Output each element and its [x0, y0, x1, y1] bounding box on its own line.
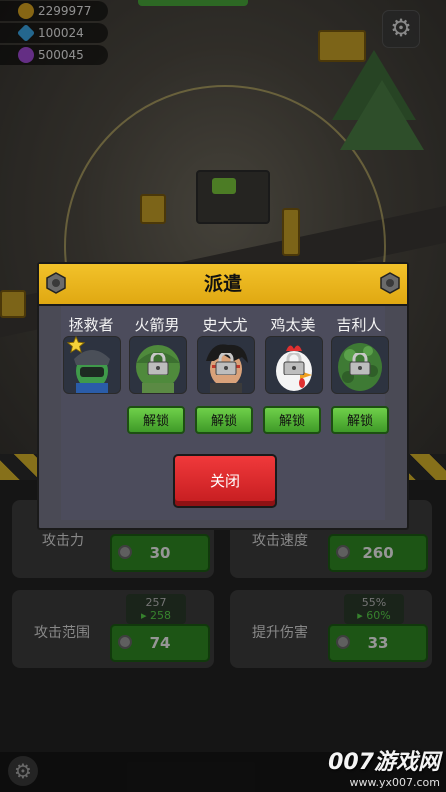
unlock-chicken-button[interactable]: 解锁 — [263, 406, 321, 434]
ghillie-man-portrait[interactable] — [331, 336, 389, 394]
unlock-shi-dayou-button[interactable]: 解锁 — [195, 406, 253, 434]
watermark-brand: 007游戏网 — [328, 750, 440, 775]
hero-name: 鸡太美 — [270, 316, 316, 334]
dialog-header: 派遣 — [39, 264, 407, 306]
hero-name: 火箭男 — [134, 316, 180, 334]
watermark: 007游戏网 www.yx007.com — [328, 744, 440, 789]
shi-dayou-portrait[interactable] — [197, 336, 255, 394]
close-button[interactable]: 关闭 — [173, 454, 277, 508]
hero-name: 吉利人 — [336, 316, 382, 334]
chicken-portrait[interactable] — [265, 336, 323, 394]
hex-bolt-icon — [380, 272, 400, 294]
lock-icon — [283, 353, 305, 375]
lock-icon — [349, 353, 371, 375]
star-icon — [67, 336, 85, 354]
hero-name: 拯救者 — [68, 316, 114, 334]
lock-icon — [215, 353, 237, 375]
rocket-man-portrait[interactable] — [129, 336, 187, 394]
hero-name: 史大尤 — [202, 316, 248, 334]
watermark-url: www.yx007.com — [349, 776, 440, 789]
dialog-title: 派遣 — [203, 273, 242, 295]
lock-icon — [147, 353, 169, 375]
dispatch-dialog: 派遣 拯救者 火箭男 史大尤 鸡太美 吉利人 解锁 解锁 解锁 解锁 关闭 — [37, 262, 409, 530]
unlock-rocket-man-button[interactable]: 解锁 — [127, 406, 185, 434]
unlock-ghillie-man-button[interactable]: 解锁 — [331, 406, 389, 434]
